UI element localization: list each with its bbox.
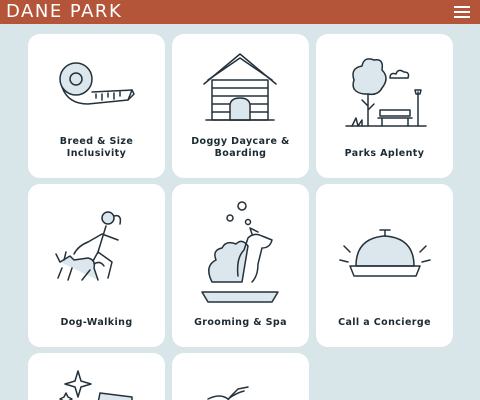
card-label: Doggy Daycare & Boarding — [191, 136, 290, 159]
card-bird[interactable] — [172, 353, 309, 400]
card-label: Dog-Walking — [60, 317, 133, 328]
card-breed-size[interactable]: Breed & Size Inclusivity — [28, 34, 165, 178]
card-call-concierge[interactable]: Call a Concierge — [316, 184, 453, 347]
bird-icon — [207, 386, 249, 400]
card-grooming-spa[interactable]: Grooming & Spa — [172, 184, 309, 347]
top-bar: DANE PARK — [0, 0, 480, 24]
card-doggy-daycare[interactable]: Doggy Daycare & Boarding — [172, 34, 309, 178]
hamburger-menu-icon[interactable] — [454, 6, 470, 18]
brand-logo[interactable]: DANE PARK — [6, 1, 122, 23]
card-label: Call a Concierge — [338, 317, 431, 328]
card-label: Breed & Size Inclusivity — [59, 136, 134, 159]
card-sparkle-cleaning[interactable] — [28, 353, 165, 400]
card-label: Parks Aplenty — [344, 148, 425, 159]
card-parks-aplenty[interactable]: Parks Aplenty — [316, 34, 453, 178]
sparkle-cleaning-icon — [59, 370, 133, 400]
card-dog-walking[interactable]: Dog-Walking — [28, 184, 165, 347]
card-label: Grooming & Spa — [194, 317, 287, 328]
